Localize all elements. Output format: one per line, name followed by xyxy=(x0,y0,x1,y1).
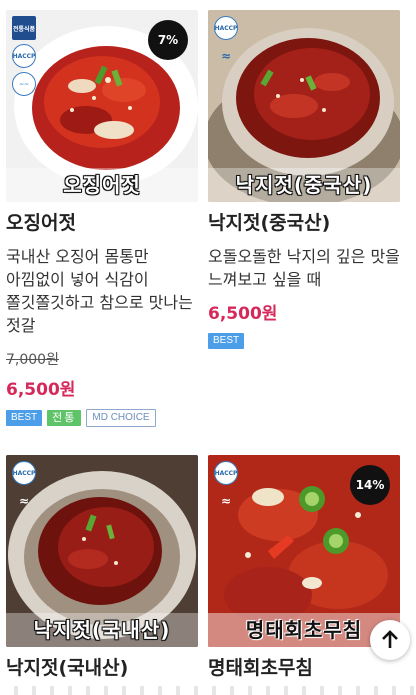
sale-price: 6,500원 xyxy=(6,380,76,400)
original-price: 7,000원 xyxy=(6,352,59,368)
discount-badge: 7% xyxy=(148,20,188,60)
traditional-food-cert-icon: 전통식품 xyxy=(12,16,36,40)
product-description: 오돌오돌한 낙지의 깊은 맛을 느껴보고 싶을 때 xyxy=(208,247,400,289)
seal-icon: ~~ xyxy=(12,72,36,96)
certification-badges: HACCP ≈ xyxy=(214,16,238,68)
product-image-pollock[interactable]: HACCP ≈ 14% 명태회초무침 xyxy=(208,455,400,647)
product-grid-page: 전통식품 HACCP ~~ 7% 오징어젓 오징어젓 국내산 오징어 몸통만 아… xyxy=(0,0,416,695)
haccp-icon: HACCP xyxy=(214,16,238,40)
best-tag: BEST xyxy=(208,333,245,349)
product-description: 국내산 오징어 몸통만 아낌없이 넣어 식감이 쫄깃쫄깃하고 참으로 맛나는 젓… xyxy=(6,247,193,335)
wave-logo-icon: ≈ xyxy=(220,494,232,508)
best-tag: BEST xyxy=(6,410,43,426)
haccp-icon: HACCP xyxy=(12,461,36,485)
image-caption: 낙지젓(중국산) xyxy=(208,168,400,202)
tag-row: BEST 전통 MD CHOICE xyxy=(6,409,198,427)
wave-logo-icon: ≈ xyxy=(220,49,232,63)
cut-off-text-row xyxy=(0,686,416,695)
product-name[interactable]: 오징어젓 xyxy=(6,210,198,236)
certification-badges: HACCP ≈ xyxy=(12,461,36,513)
product-card-octopus-china[interactable]: HACCP ≈ 낙지젓(중국산) 낙지젓(중국산) 오돌오돌한 낙지의 깊은 맛… xyxy=(208,10,400,349)
discount-badge: 14% xyxy=(350,465,390,505)
haccp-icon: HACCP xyxy=(12,44,36,68)
product-image-octopus-china[interactable]: HACCP ≈ 낙지젓(중국산) xyxy=(208,10,400,202)
product-card-squid[interactable]: 전통식품 HACCP ~~ 7% 오징어젓 오징어젓 국내산 오징어 몸통만 아… xyxy=(6,10,198,427)
product-name[interactable]: 명태회초무침 xyxy=(208,655,400,681)
product-card-octopus-korea[interactable]: HACCP ≈ 낙지젓(국내산) 낙지젓(국내산) xyxy=(6,455,198,681)
certification-badges: 전통식품 HACCP ~~ xyxy=(12,16,36,96)
wave-logo-icon: ≈ xyxy=(18,494,30,508)
product-name[interactable]: 낙지젓(국내산) xyxy=(6,655,198,681)
tag-row: BEST xyxy=(208,333,400,349)
certification-badges: HACCP ≈ xyxy=(214,461,238,513)
product-image-squid[interactable]: 전통식품 HACCP ~~ 7% 오징어젓 xyxy=(6,10,198,202)
image-caption: 낙지젓(국내산) xyxy=(6,613,198,647)
product-name[interactable]: 낙지젓(중국산) xyxy=(208,210,400,236)
md-choice-tag: MD CHOICE xyxy=(86,409,156,427)
product-image-octopus-korea[interactable]: HACCP ≈ 낙지젓(국내산) xyxy=(6,455,198,647)
haccp-icon: HACCP xyxy=(214,461,238,485)
traditional-tag: 전통 xyxy=(47,410,82,426)
sale-price: 6,500원 xyxy=(208,304,278,324)
arrow-up-icon xyxy=(382,630,398,648)
scroll-to-top-button[interactable] xyxy=(370,620,410,660)
image-caption: 오징어젓 xyxy=(6,168,198,202)
